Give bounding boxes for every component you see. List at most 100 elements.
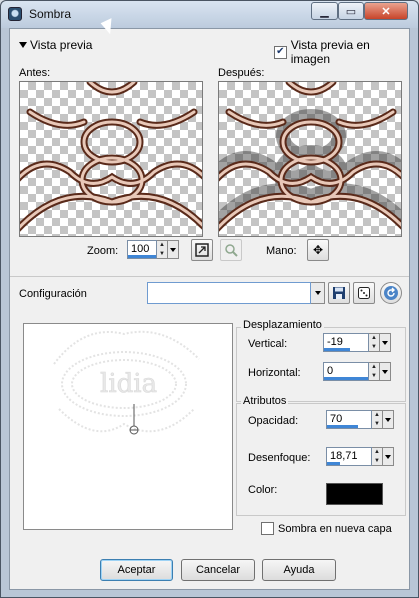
horizontal-bar: [324, 377, 368, 380]
dropdown-arrow-icon: [385, 454, 391, 459]
shadow-new-layer-label: Sombra en nueva capa: [278, 522, 392, 535]
pan-label: Mano:: [266, 245, 297, 257]
pan-icon: ✥: [312, 243, 324, 257]
spin-up-icon: ▲: [374, 412, 380, 418]
randomize-button[interactable]: [353, 282, 375, 304]
spin-up-icon: ▲: [374, 449, 380, 455]
spin-up-icon: ▲: [371, 335, 377, 341]
watermark-logo: lidia: [100, 369, 157, 399]
vertical-label: Vertical:: [248, 338, 288, 350]
after-label: Después:: [218, 67, 265, 79]
zoom-picker-icon: [225, 244, 238, 257]
horizontal-value: 0: [327, 365, 334, 377]
zoom-input[interactable]: 100: [127, 240, 157, 259]
zoom-value: 100: [131, 243, 150, 255]
blur-dropdown[interactable]: [383, 447, 394, 466]
before-label: Antes:: [19, 67, 51, 79]
vertical-bar: [324, 348, 351, 351]
save-preset-button[interactable]: [328, 282, 350, 304]
color-label: Color:: [248, 484, 278, 496]
minimize-icon: ▁: [320, 5, 329, 18]
zoom-picker-button[interactable]: [220, 239, 242, 261]
vertical-input[interactable]: -19: [323, 333, 369, 352]
window-title: Sombra: [29, 7, 72, 21]
ok-button[interactable]: Aceptar: [100, 559, 173, 581]
checkbox-unchecked-icon: [261, 522, 274, 535]
close-icon: ✕: [381, 5, 391, 18]
spin-down-icon: ▼: [371, 372, 377, 379]
cancel-button[interactable]: Cancelar: [181, 559, 255, 581]
shadow-new-layer-checkbox[interactable]: Sombra en nueva capa: [261, 522, 392, 535]
vertical-spin-arrows[interactable]: ▲ ▼: [369, 333, 380, 352]
config-label: Configuración: [19, 288, 87, 300]
preview-toggle-label: Vista previa: [30, 38, 93, 52]
preview-in-image-checkbox[interactable]: ✔ Vista previa en imagen: [274, 38, 409, 66]
horizontal-label: Horizontal:: [248, 367, 301, 379]
opacity-dropdown[interactable]: [383, 410, 394, 429]
horizontal-spin-arrows[interactable]: ▲ ▼: [369, 362, 380, 381]
dropdown-arrow-icon: [385, 417, 391, 422]
zoom-bar: [128, 255, 156, 258]
opacity-spin-arrows[interactable]: ▲ ▼: [372, 410, 383, 429]
save-preset-icon: [333, 287, 345, 299]
maximize-icon: ▭: [345, 5, 357, 18]
offset-canvas[interactable]: lidia: [23, 323, 233, 530]
after-preview-image: [219, 82, 401, 232]
before-preview[interactable]: [19, 81, 203, 237]
minimize-button[interactable]: ▁: [311, 2, 338, 20]
help-button[interactable]: Ayuda: [262, 559, 336, 581]
separator: [10, 276, 409, 277]
opacity-label: Opacidad:: [248, 415, 299, 427]
shadow-icon: [8, 7, 22, 21]
dropdown-arrow-icon: [314, 291, 321, 295]
collapse-arrow-icon: [19, 42, 27, 48]
spin-up-icon: ▲: [371, 364, 377, 370]
config-input[interactable]: [147, 282, 311, 304]
preview-in-image-label: Vista previa en imagen: [290, 38, 370, 66]
horizontal-dropdown[interactable]: [380, 362, 391, 381]
fit-window-icon: [195, 243, 209, 257]
displacement-title: Desplazamiento: [241, 319, 324, 331]
opacity-bar: [327, 425, 358, 428]
title-bar[interactable]: Sombra ▁ ▭ ✕: [1, 1, 418, 28]
spin-down-icon: ▼: [159, 250, 165, 257]
vertical-dropdown[interactable]: [380, 333, 391, 352]
spin-down-icon: ▼: [374, 457, 380, 464]
randomize-dice-icon: [358, 287, 370, 299]
after-preview[interactable]: [218, 81, 402, 237]
spin-down-icon: ▼: [374, 420, 380, 427]
preview-toggle[interactable]: Vista previa: [19, 38, 92, 52]
zoom-dropdown[interactable]: [168, 240, 179, 259]
spin-down-icon: ▼: [371, 343, 377, 350]
opacity-input[interactable]: 70: [326, 410, 372, 429]
blur-input[interactable]: 18,71: [326, 447, 372, 466]
opacity-stepper[interactable]: 70 ▲ ▼: [326, 410, 394, 429]
horizontal-stepper[interactable]: 0 ▲ ▼: [323, 362, 391, 381]
spin-up-icon: ▲: [159, 242, 165, 248]
vertical-stepper[interactable]: -19 ▲ ▼: [323, 333, 391, 352]
blur-label: Desenfoque:: [248, 452, 311, 464]
blur-spin-arrows[interactable]: ▲ ▼: [372, 447, 383, 466]
dropdown-arrow-icon: [170, 247, 176, 252]
fit-window-button[interactable]: [191, 239, 213, 261]
horizontal-input[interactable]: 0: [323, 362, 369, 381]
offset-handle[interactable]: [129, 404, 139, 435]
dialog-body: Vista previa ✔ Vista previa en imagen An…: [9, 28, 410, 590]
zoom-spin-arrows[interactable]: ▲ ▼: [157, 240, 168, 259]
config-dropdown[interactable]: [311, 282, 325, 304]
reset-button[interactable]: [380, 282, 402, 304]
color-swatch[interactable]: [326, 483, 383, 505]
before-preview-image: [20, 82, 202, 232]
dialog-window: Sombra ▁ ▭ ✕ Vista previa ✔ Vista previa…: [0, 0, 419, 598]
maximize-button[interactable]: ▭: [338, 2, 364, 20]
close-button[interactable]: ✕: [364, 2, 408, 20]
blur-stepper[interactable]: 18,71 ▲ ▼: [326, 447, 394, 466]
opacity-value: 70: [330, 413, 343, 425]
blur-bar: [327, 462, 341, 465]
vertical-value: -19: [327, 336, 343, 348]
pan-button[interactable]: ✥: [307, 239, 329, 261]
attributes-title: Atributos: [241, 395, 289, 407]
reset-icon: [384, 286, 398, 300]
checkbox-checked-icon: ✔: [274, 45, 287, 59]
zoom-stepper[interactable]: 100 ▲ ▼: [127, 240, 179, 259]
